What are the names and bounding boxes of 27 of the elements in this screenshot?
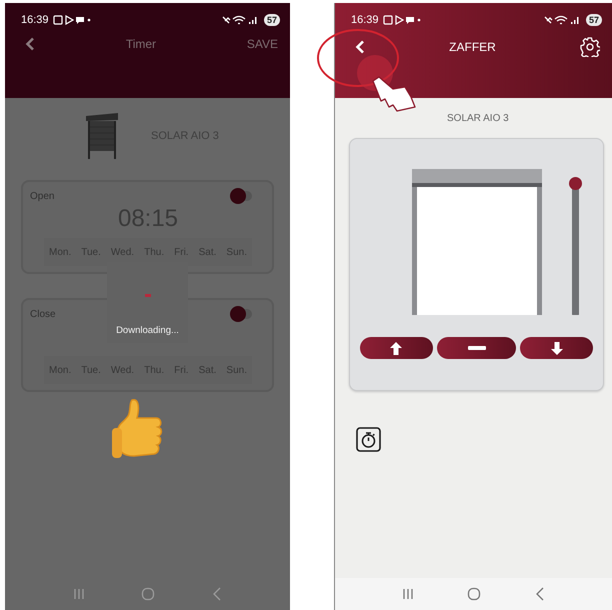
progress-indicator [144,294,150,297]
battery-indicator: 57 [586,14,602,26]
home-icon[interactable] [467,587,482,601]
minus-icon [468,346,486,350]
roller-shutter-icon [85,113,119,159]
recent-apps-icon[interactable] [402,588,414,600]
slider-thumb[interactable] [569,177,582,190]
raise-button[interactable] [360,337,433,359]
thumbs-up-icon [112,398,164,460]
status-time: 16:39 [21,14,49,26]
battery-indicator: 57 [264,14,280,26]
save-button[interactable]: SAVE [246,37,278,51]
arrow-up-icon [390,342,402,354]
back-icon[interactable] [535,587,546,601]
settings-icon[interactable] [580,37,600,57]
status-icons [52,15,93,25]
status-time: 16:39 [351,14,379,26]
device-name: SOLAR AIO 3 [447,112,509,124]
screen-title: Timer [126,37,156,51]
loading-message: Downloading... [116,325,179,336]
lower-button[interactable] [520,337,593,359]
status-icons [382,15,423,25]
screen-title: ZAFFER [449,40,496,54]
arrow-down-icon [550,342,563,354]
stop-button[interactable] [436,337,516,359]
position-slider[interactable] [569,177,582,315]
stopwatch-icon[interactable] [356,427,381,452]
